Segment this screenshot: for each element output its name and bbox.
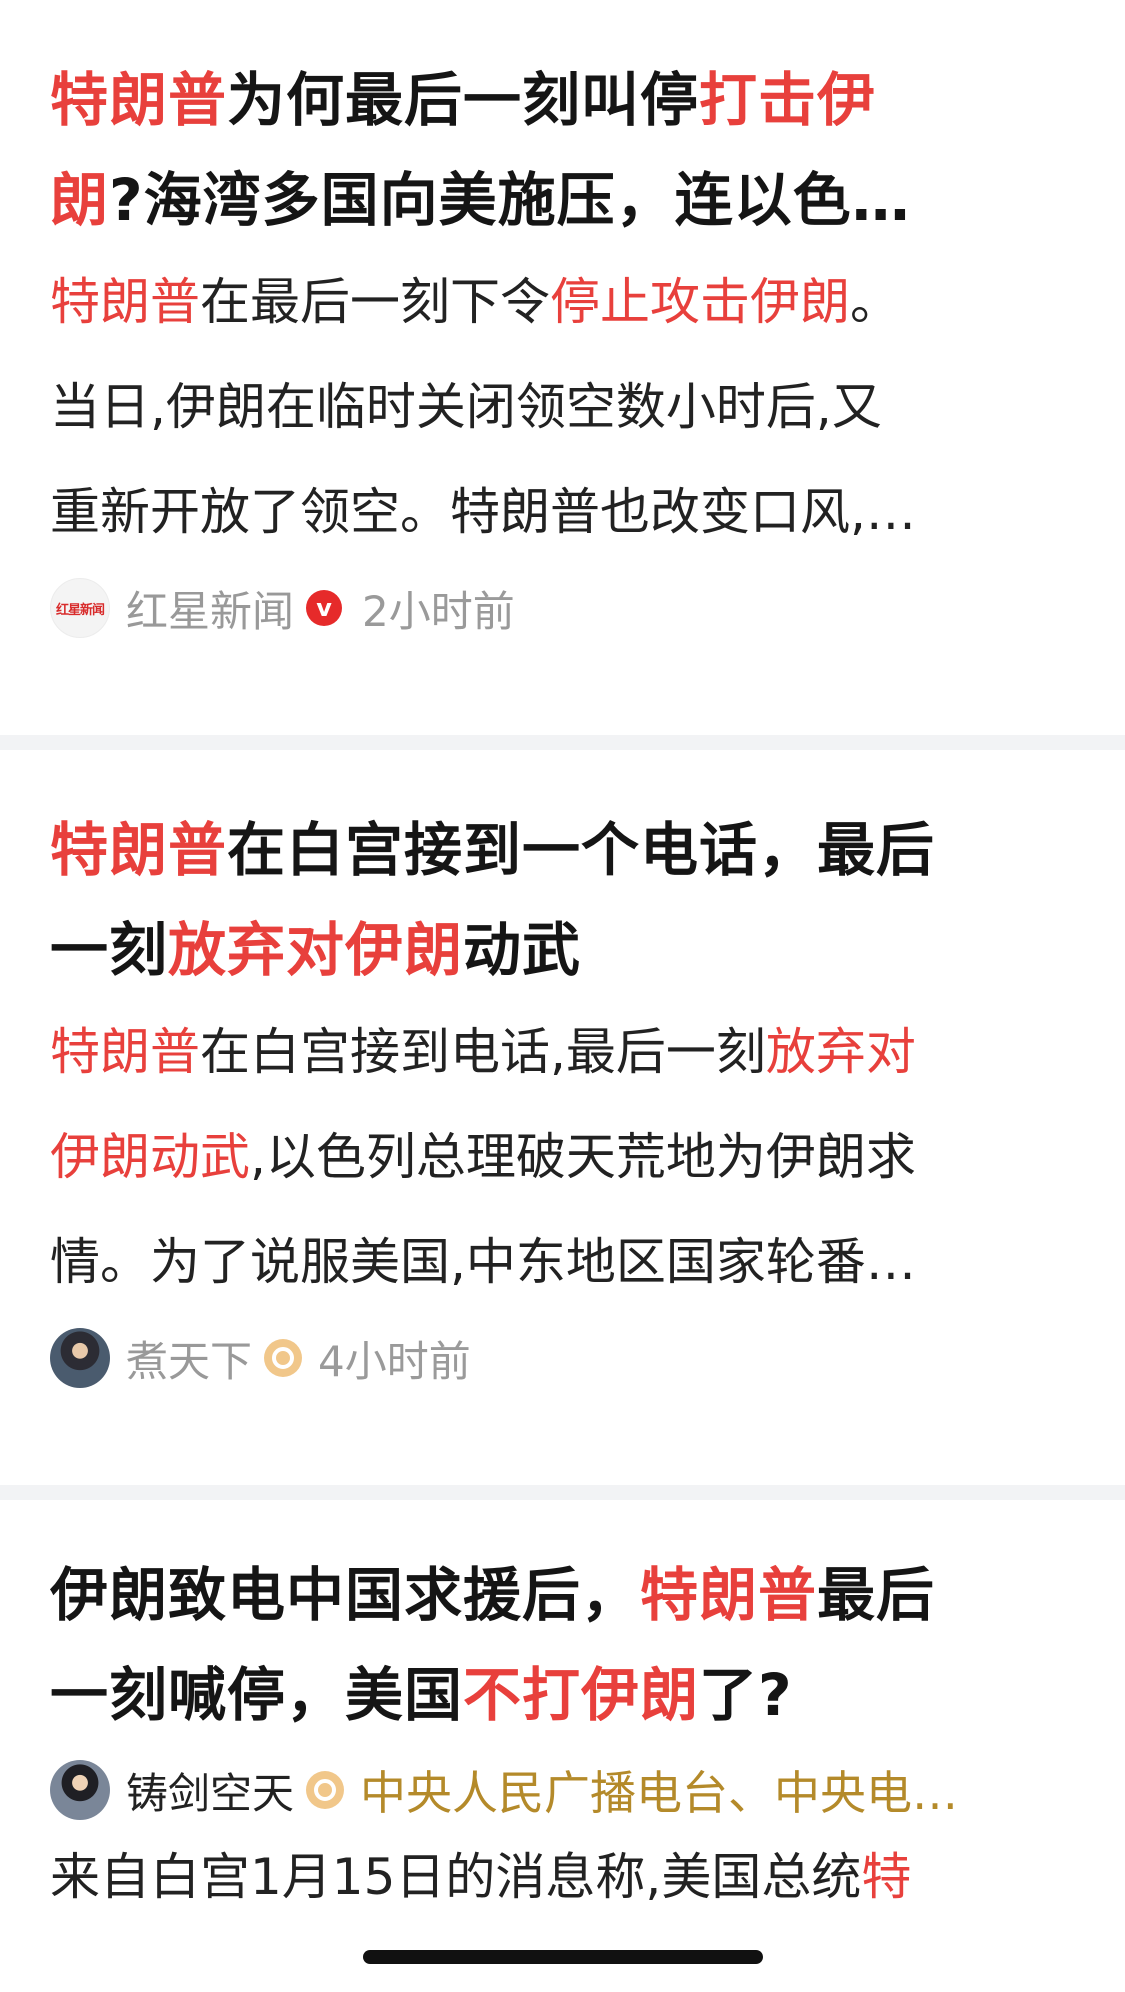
summary-text: ,以色列总理破天荒地为伊朗求 xyxy=(250,1128,916,1186)
summary-text: 情。为了说服美国,中东地区国家轮番… xyxy=(50,1233,916,1291)
summary-text: 来自白宫1月15日的消息称,美国总统 xyxy=(50,1848,862,1906)
creator-badge-ring xyxy=(314,1779,337,1801)
title-text: 在白宫接到一个电话，最后 xyxy=(227,816,936,884)
summary-line: 情。为了说服美国,中东地区国家轮番… xyxy=(50,1210,1075,1315)
card-divider xyxy=(0,735,1125,750)
summary-highlight: 伊朗动武 xyxy=(50,1128,250,1186)
creator-badge-icon xyxy=(306,1771,345,1809)
verified-badge-icon: v xyxy=(306,590,343,626)
title-text: 为何最后一刻叫停 xyxy=(227,66,700,134)
title-highlight: 朗 xyxy=(50,166,110,234)
publish-time: 2小时前 xyxy=(362,586,515,636)
publish-time: 4小时前 xyxy=(318,1336,471,1386)
summary-line: 当日,伊朗在临时关闭领空数小时后,又 xyxy=(50,355,1075,460)
summary-line: 来自白宫1月15日的消息称,美国总统特 xyxy=(50,1825,1075,1930)
summary-line: 特朗普在最后一刻下令停止攻击伊朗。 xyxy=(50,250,1075,355)
card-divider xyxy=(0,1485,1125,1500)
summary-text: 当日,伊朗在临时关闭领空数小时后,又 xyxy=(50,378,882,436)
news-title[interactable]: 特朗普在白宫接到一个电话，最后 一刻放弃对伊朗动武 xyxy=(50,750,1075,1000)
news-summary: 来自白宫1月15日的消息称,美国总统特 xyxy=(50,1825,1075,1930)
title-line: 特朗普在白宫接到一个电话，最后 xyxy=(50,800,1075,900)
creator-badge-icon xyxy=(264,1339,303,1377)
news-summary: 特朗普在最后一刻下令停止攻击伊朗。 当日,伊朗在临时关闭领空数小时后,又 重新开… xyxy=(50,250,1075,565)
summary-highlight: 停止攻击伊朗 xyxy=(550,273,850,331)
title-line: 朗?海湾多国向美施压，连以色… xyxy=(50,150,1075,250)
summary-text: 在白宫接到电话,最后一刻 xyxy=(200,1023,766,1081)
source-name[interactable]: 红星新闻 xyxy=(126,578,294,639)
summary-line: 特朗普在白宫接到电话,最后一刻放弃对 xyxy=(50,1000,1075,1105)
title-highlight: 放弃对伊朗 xyxy=(168,916,464,984)
summary-highlight: 特朗普 xyxy=(50,1023,200,1081)
home-indicator[interactable] xyxy=(363,1950,763,1964)
title-line: 特朗普为何最后一刻叫停打击伊 xyxy=(50,50,1075,150)
summary-text: 。 xyxy=(850,273,900,331)
summary-text: 在最后一刻下令 xyxy=(200,273,550,331)
source-avatar[interactable] xyxy=(50,1328,110,1388)
title-line: 伊朗致电中国求援后，特朗普最后 xyxy=(50,1545,1075,1645)
title-highlight: 特朗普 xyxy=(50,816,228,884)
creator-badge-ring xyxy=(272,1347,295,1369)
title-text: 一刻喊停，美国 xyxy=(50,1661,464,1729)
title-highlight: 打击伊 xyxy=(699,66,877,134)
title-text: 伊朗致电中国求援后， xyxy=(50,1561,641,1629)
source-avatar[interactable]: 红星新闻 xyxy=(50,578,110,638)
summary-line: 伊朗动武,以色列总理破天荒地为伊朗求 xyxy=(50,1105,1075,1210)
news-title[interactable]: 伊朗致电中国求援后，特朗普最后 一刻喊停，美国不打伊朗了? xyxy=(50,1500,1075,1745)
title-line: 一刻喊停，美国不打伊朗了? xyxy=(50,1645,1075,1745)
news-summary: 特朗普在白宫接到电话,最后一刻放弃对 伊朗动武,以色列总理破天荒地为伊朗求 情。… xyxy=(50,1000,1075,1315)
summary-highlight: 特 xyxy=(861,1848,912,1906)
title-text: 一刻 xyxy=(50,916,169,984)
news-meta: 煮天下 4小时前 xyxy=(50,1323,1075,1393)
news-title[interactable]: 特朗普为何最后一刻叫停打击伊 朗?海湾多国向美施压，连以色… xyxy=(50,0,1075,250)
title-highlight: 不打伊朗 xyxy=(463,1661,700,1729)
summary-line: 重新开放了领空。特朗普也改变口风,… xyxy=(50,460,1075,565)
news-feed-page: 特朗普为何最后一刻叫停打击伊 朗?海湾多国向美施压，连以色… 特朗普在最后一刻下… xyxy=(0,0,1125,1992)
summary-text: 重新开放了领空。特朗普也改变口风,… xyxy=(50,483,916,541)
title-line: 一刻放弃对伊朗动武 xyxy=(50,900,1075,1000)
source-name[interactable]: 煮天下 xyxy=(126,1328,252,1389)
title-text: 了? xyxy=(699,1661,793,1729)
summary-highlight: 放弃对 xyxy=(765,1023,916,1081)
title-text: ?海湾多国向美施压，连以色… xyxy=(109,166,911,234)
source-avatar[interactable] xyxy=(50,1760,110,1820)
source-tag-text: 中央人民广播电台、中央电… xyxy=(360,1766,959,1820)
news-card-1[interactable]: 特朗普为何最后一刻叫停打击伊 朗?海湾多国向美施压，连以色… 特朗普在最后一刻下… xyxy=(0,0,1125,735)
title-highlight: 特朗普 xyxy=(50,66,228,134)
avatar-logo-text: 红星新闻 xyxy=(55,602,105,618)
source-name[interactable]: 铸剑空天 xyxy=(126,1760,294,1821)
news-card-2[interactable]: 特朗普在白宫接到一个电话，最后 一刻放弃对伊朗动武 特朗普在白宫接到电话,最后一… xyxy=(0,750,1125,1485)
summary-highlight: 特朗普 xyxy=(50,273,200,331)
news-meta: 铸剑空天 中央人民广播电台、中央电… xyxy=(50,1755,1075,1825)
title-highlight: 特朗普 xyxy=(640,1561,818,1629)
news-meta: 红星新闻 红星新闻 v 2小时前 xyxy=(50,573,1075,643)
title-text: 最后 xyxy=(817,1561,936,1629)
title-text: 动武 xyxy=(463,916,582,984)
news-card-3[interactable]: 伊朗致电中国求援后，特朗普最后 一刻喊停，美国不打伊朗了? 铸剑空天 中央人民广… xyxy=(0,1500,1125,1992)
